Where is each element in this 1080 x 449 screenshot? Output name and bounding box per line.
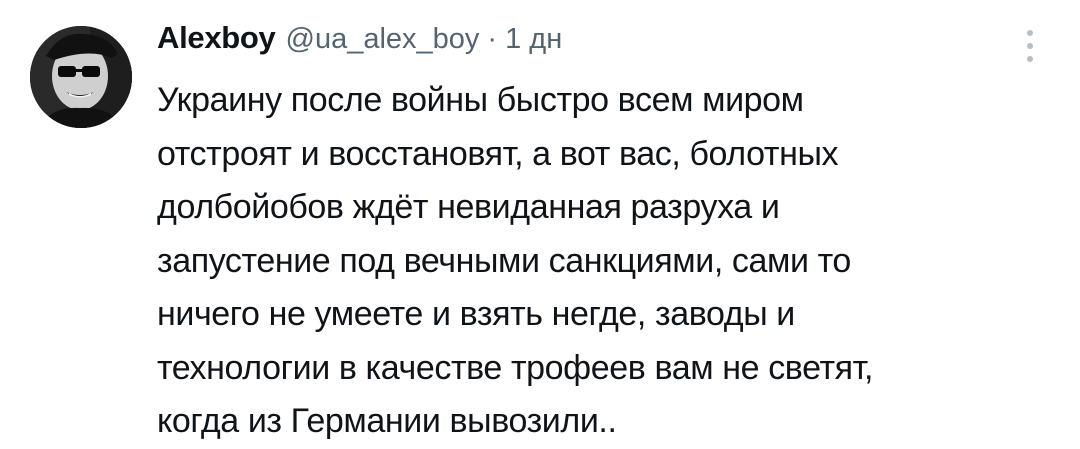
tweet-text-line: когда из Германии вывозили.. [157, 402, 617, 440]
avatar-image [30, 26, 132, 128]
more-dot [1027, 30, 1033, 36]
tweet-text: Украину после войны быстро всем миром от… [157, 74, 1037, 449]
more-dot [1027, 43, 1033, 49]
more-options-icon[interactable] [1022, 30, 1038, 62]
tweet-text-line: запустение под вечными санкциями, сами т… [157, 241, 851, 280]
author-handle[interactable]: @ua_alex_boy [286, 23, 480, 56]
tweet-text-line: Украину после войны быстро всем миром [157, 81, 804, 119]
author-name[interactable]: Alexboy [157, 20, 276, 56]
tweet[interactable]: Alexboy @ua_alex_boy · 1 дн Украину посл… [0, 0, 1080, 443]
avatar[interactable] [30, 26, 132, 128]
tweet-text-line: долбойобов ждёт невиданная разруха и [157, 188, 780, 226]
separator-dot: · [487, 23, 498, 55]
tweet-content: Alexboy @ua_alex_boy · 1 дн Украину посл… [157, 20, 1037, 449]
tweet-text-line: отстроят и восстановят, а вот вас, болот… [157, 134, 839, 173]
timestamp[interactable]: 1 дн [505, 23, 562, 56]
tweet-text-line: технологии в качестве трофеев вам не све… [157, 348, 874, 387]
more-dot [1027, 56, 1033, 62]
tweet-text-line: ничего не умеете и взять негде, заводы и [157, 295, 795, 333]
tweet-header: Alexboy @ua_alex_boy · 1 дн [157, 20, 1037, 66]
